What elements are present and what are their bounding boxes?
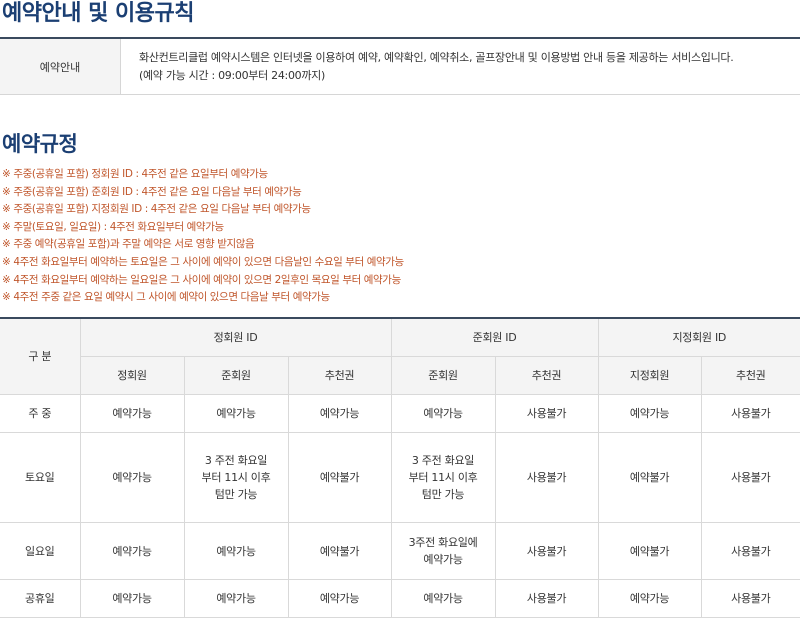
group-header-designated: 지정회원 ID bbox=[597, 317, 800, 357]
table-row: 공휴일 예약가능 예약가능 예약가능 예약가능 사용불가 예약가능 사용불가 bbox=[0, 578, 800, 618]
table-cell-text: 3주전 화요일에 예약가능 bbox=[408, 535, 478, 566]
reservation-info-box: 예약안내 화산컨트리클럽 예약시스템은 인터넷을 이용하여 예약, 예약확인, … bbox=[0, 37, 800, 95]
table-cell: 3 주전 화요일 부터 11시 이후 텀만 가능 bbox=[390, 431, 496, 523]
rule-item: ※ 주말(토요일, 일요일) : 4주전 화요일부터 예약가능 bbox=[2, 220, 224, 233]
reservation-rules-table: 구 분 정회원 ID 준회원 ID 지정회원 ID 정회원 준회원 추천권 준회… bbox=[0, 317, 800, 618]
table-cell: 예약가능 bbox=[183, 578, 289, 618]
sub-header: 추천권 bbox=[494, 355, 599, 395]
table-cell: 사용불가 bbox=[700, 393, 800, 433]
table-cell: 예약가능 bbox=[183, 521, 289, 580]
group-header-regular: 정회원 ID bbox=[79, 317, 392, 357]
sub-header: 준회원 bbox=[390, 355, 496, 395]
table-cell: 사용불가 bbox=[700, 578, 800, 618]
table-cell: 예약가능 bbox=[79, 521, 185, 580]
table-cell: 예약가능 bbox=[79, 393, 185, 433]
table-cell: 예약불가 bbox=[597, 431, 702, 523]
rule-item: ※ 4주전 화요일부터 예약하는 토요일은 그 사이에 예약이 있으면 다음날인… bbox=[2, 255, 404, 268]
reservation-hours-line: (예약 가능 시간 : 09:00부터 24:00까지) bbox=[139, 69, 325, 82]
rule-item: ※ 4주전 주중 같은 요일 예약시 그 사이에 예약이 있으면 다음날 부터 … bbox=[2, 291, 330, 304]
reservation-info-text: 화산컨트리클럽 예약시스템은 인터넷을 이용하여 예약, 예약확인, 예약취소,… bbox=[121, 39, 800, 94]
table-cell-text: 3 주전 화요일 부터 11시 이후 텀만 가능 bbox=[201, 453, 271, 501]
table-row: 토요일 예약가능 3 주전 화요일 부터 11시 이후 텀만 가능 예약불가 3… bbox=[0, 431, 800, 523]
table-cell: 3주전 화요일에 예약가능 bbox=[390, 521, 496, 580]
table-cell: 예약가능 bbox=[79, 578, 185, 618]
sub-header: 추천권 bbox=[287, 355, 392, 395]
table-cell: 예약가능 bbox=[390, 578, 496, 618]
row-label: 공휴일 bbox=[0, 578, 81, 618]
sub-header: 지정회원 bbox=[597, 355, 702, 395]
reservation-info-label: 예약안내 bbox=[0, 39, 121, 94]
reservation-info-line: 화산컨트리클럽 예약시스템은 인터넷을 이용하여 예약, 예약확인, 예약취소,… bbox=[139, 51, 734, 64]
table-corner-header: 구 분 bbox=[0, 317, 81, 395]
table-cell: 예약가능 bbox=[287, 393, 392, 433]
table-cell: 예약가능 bbox=[390, 393, 496, 433]
rules-list: ※ 주중(공휴일 포함) 정회원 ID : 4주전 같은 요일부터 예약가능 ※… bbox=[2, 166, 404, 307]
row-label: 토요일 bbox=[0, 431, 81, 523]
rule-item: ※ 주중 예약(공휴일 포함)과 주말 예약은 서로 영향 받지않음 bbox=[2, 238, 255, 251]
rule-item: ※ 주중(공휴일 포함) 지정회원 ID : 4주전 같은 요일 다음날 부터 … bbox=[2, 203, 311, 216]
table-cell: 예약가능 bbox=[287, 578, 392, 618]
sub-header: 추천권 bbox=[700, 355, 800, 395]
row-label: 일요일 bbox=[0, 521, 81, 580]
table-row: 주 중 예약가능 예약가능 예약가능 예약가능 사용불가 예약가능 사용불가 bbox=[0, 393, 800, 433]
rules-title: 예약규정 bbox=[2, 132, 78, 156]
table-cell-text: 3 주전 화요일 부터 11시 이후 텀만 가능 bbox=[408, 453, 478, 501]
table-cell: 예약가능 bbox=[597, 393, 702, 433]
table-cell: 예약불가 bbox=[287, 521, 392, 580]
table-cell: 사용불가 bbox=[494, 393, 599, 433]
table-row: 일요일 예약가능 예약가능 예약불가 3주전 화요일에 예약가능 사용불가 예약… bbox=[0, 521, 800, 580]
table-cell: 예약불가 bbox=[287, 431, 392, 523]
table-cell: 예약가능 bbox=[79, 431, 185, 523]
table-cell: 예약가능 bbox=[597, 578, 702, 618]
table-cell: 사용불가 bbox=[494, 431, 599, 523]
table-cell: 사용불가 bbox=[700, 431, 800, 523]
sub-header: 정회원 bbox=[80, 355, 185, 395]
rule-item: ※ 주중(공휴일 포함) 준회원 ID : 4주전 같은 요일 다음날 부터 예… bbox=[2, 185, 302, 198]
row-label: 주 중 bbox=[0, 393, 81, 433]
table-cell: 3 주전 화요일 부터 11시 이후 텀만 가능 bbox=[183, 431, 289, 523]
rule-item: ※ 4주전 화요일부터 예약하는 일요일은 그 사이에 예약이 있으면 2일후인… bbox=[2, 273, 401, 286]
page-title: 예약안내 및 이용규칙 bbox=[2, 1, 194, 26]
table-cell: 사용불가 bbox=[494, 521, 599, 580]
group-header-associate: 준회원 ID bbox=[390, 317, 599, 357]
table-cell: 사용불가 bbox=[700, 521, 800, 580]
table-cell: 예약불가 bbox=[597, 521, 702, 580]
table-cell: 예약가능 bbox=[183, 393, 289, 433]
sub-header: 준회원 bbox=[183, 355, 289, 395]
rule-item: ※ 주중(공휴일 포함) 정회원 ID : 4주전 같은 요일부터 예약가능 bbox=[2, 168, 268, 180]
table-cell: 사용불가 bbox=[494, 578, 599, 618]
